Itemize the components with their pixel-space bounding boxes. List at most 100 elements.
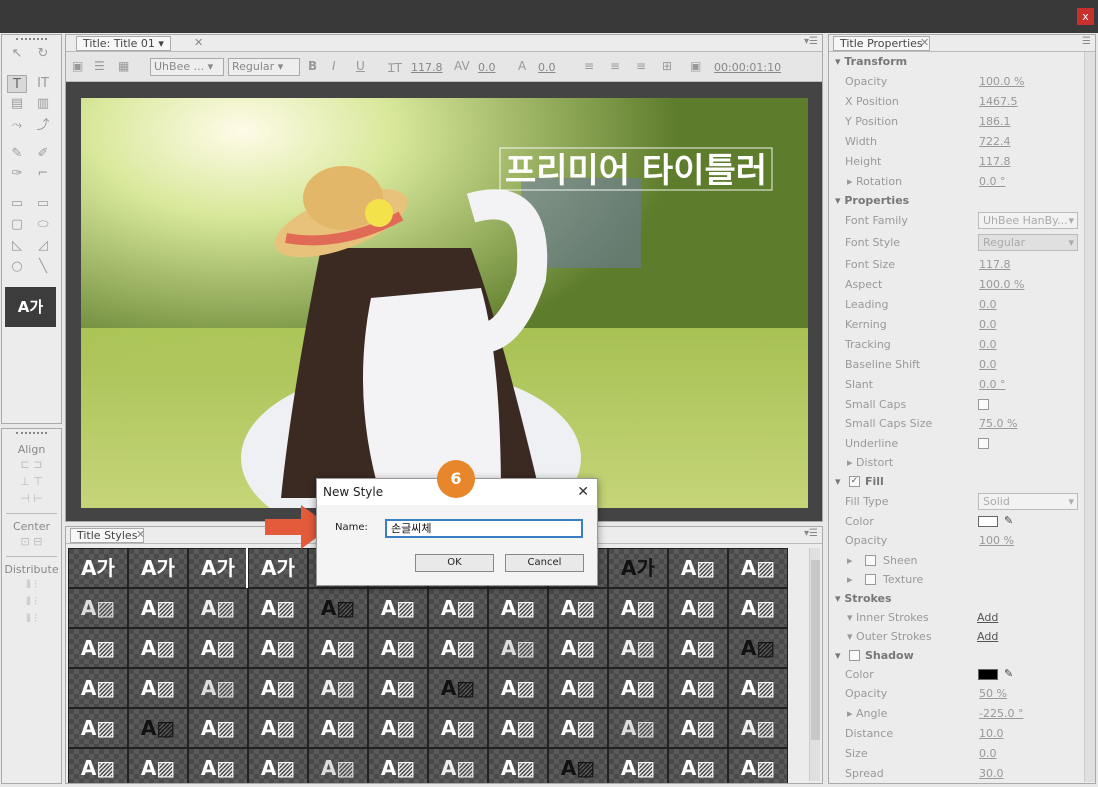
rounded-corner-tool-icon[interactable]: ⬭ <box>33 216 53 234</box>
panel-menu-icon[interactable]: ☰ <box>1082 36 1091 47</box>
tab-title-styles[interactable]: Title Styles <box>70 528 145 543</box>
style-swatch[interactable]: A가 <box>246 548 310 590</box>
fill-checkbox[interactable]: ✓ <box>849 476 860 487</box>
style-swatch[interactable]: A▨ <box>488 708 548 748</box>
style-swatch[interactable]: A▨ <box>668 668 728 708</box>
style-swatch[interactable]: A▨ <box>548 708 608 748</box>
style-swatch[interactable]: A▨ <box>488 748 548 783</box>
ok-button[interactable]: OK <box>415 554 494 572</box>
leading-value[interactable]: 0.0 <box>538 61 556 74</box>
style-swatch[interactable]: A가 <box>128 548 188 588</box>
eyedropper-icon[interactable]: ✎ <box>1004 667 1013 680</box>
panel-menu-icon[interactable]: ▾☰ <box>804 36 818 47</box>
baseline-shift-value[interactable]: 0.0 <box>979 358 997 371</box>
style-swatch[interactable]: A▨ <box>128 668 188 708</box>
scrollbar[interactable] <box>809 548 820 781</box>
style-swatch[interactable]: A▨ <box>68 748 128 783</box>
style-swatch[interactable]: A▨ <box>368 668 428 708</box>
italic-icon[interactable]: I <box>332 59 336 73</box>
pen-tool-icon[interactable]: ✎ <box>7 145 27 163</box>
style-swatch[interactable]: A▨ <box>188 668 248 708</box>
fill-type-select[interactable]: Solid ▾ <box>978 493 1078 510</box>
distribute-buttons[interactable]: ⫴ ⫶ ⫴ ⫶ ⫴ ⫶ <box>2 576 61 627</box>
font-style-select[interactable]: Regular ▾ <box>978 234 1078 251</box>
roll-crawl-icon[interactable]: ☰ <box>94 59 105 73</box>
size-value[interactable]: 0.0 <box>979 747 997 760</box>
panel-menu-icon[interactable]: ▾☰ <box>804 528 818 539</box>
underline-checkbox[interactable] <box>978 438 989 449</box>
style-swatch[interactable]: A가 <box>68 548 128 588</box>
style-swatch[interactable]: A▨ <box>68 708 128 748</box>
add-anchor-tool-icon[interactable]: ✑ <box>7 165 27 183</box>
properties-section[interactable]: ▾ Properties <box>829 191 1083 211</box>
angle-value[interactable]: -225.0 ° <box>979 707 1023 720</box>
style-swatch[interactable]: A▨ <box>248 708 308 748</box>
style-swatch[interactable]: A▨ <box>608 588 668 628</box>
timecode[interactable]: 00:00:01:10 <box>714 61 781 74</box>
scrollbar-thumb[interactable] <box>811 560 820 740</box>
style-swatch[interactable]: A▨ <box>188 748 248 783</box>
style-swatch[interactable]: A▨ <box>128 748 188 783</box>
style-swatch[interactable]: A▨ <box>548 748 608 783</box>
style-swatch[interactable]: A▨ <box>548 588 608 628</box>
style-swatch[interactable]: A▨ <box>128 588 188 628</box>
style-swatch[interactable]: A▨ <box>728 628 788 668</box>
font-style-select[interactable]: Regular ▾ <box>228 58 300 76</box>
y-position-value[interactable]: 186.1 <box>979 115 1011 128</box>
align-buttons[interactable]: ⊏ ⊐ ⊥ ⊤ ⊣ ⊢ <box>2 456 61 507</box>
style-swatch[interactable]: A▨ <box>248 628 308 668</box>
canvas-title-text[interactable]: 프리미어 타이틀러 <box>505 151 767 191</box>
style-swatch[interactable]: A▨ <box>128 628 188 668</box>
tab-stops-icon[interactable]: ⊞ <box>662 59 672 73</box>
line-tool-icon[interactable]: ╲ <box>33 258 53 276</box>
texture-checkbox[interactable] <box>865 574 876 585</box>
style-swatch[interactable]: A▨ <box>248 748 308 783</box>
style-name-input[interactable]: 손글씨체 <box>385 519 583 538</box>
show-background-icon[interactable]: ▣ <box>690 59 701 73</box>
style-swatch[interactable]: A▨ <box>668 628 728 668</box>
style-swatch[interactable]: A▨ <box>608 668 668 708</box>
shadow-section[interactable]: ▾ Shadow <box>829 646 1083 666</box>
transform-section[interactable]: ▾ Transform <box>829 52 1083 72</box>
style-swatch[interactable]: A▨ <box>248 668 308 708</box>
style-swatch[interactable]: A▨ <box>608 708 668 748</box>
kerning-value[interactable]: 0.0 <box>478 61 496 74</box>
align-left-icon[interactable]: ≡ <box>584 59 594 73</box>
style-swatch[interactable]: A▨ <box>668 548 728 588</box>
style-swatch[interactable]: A▨ <box>668 748 728 783</box>
style-swatch[interactable]: A▨ <box>368 628 428 668</box>
style-swatch[interactable]: A▨ <box>428 628 488 668</box>
close-tab-icon[interactable]: ✕ <box>920 36 929 49</box>
rounded-rectangle-tool-icon[interactable]: ▢ <box>7 216 27 234</box>
vertical-area-type-tool-icon[interactable]: ▥ <box>33 95 53 113</box>
opacity-value[interactable]: 100.0 % <box>979 75 1024 88</box>
x-position-value[interactable]: 1467.5 <box>979 95 1018 108</box>
shadow-color-swatch[interactable] <box>978 669 998 680</box>
ellipse-tool-icon[interactable]: ○ <box>7 258 27 276</box>
spread-value[interactable]: 30.0 <box>979 767 1004 780</box>
style-swatch[interactable]: A▨ <box>728 668 788 708</box>
leading-value[interactable]: 0.0 <box>979 298 997 311</box>
style-swatch[interactable]: A▨ <box>548 628 608 668</box>
style-swatch[interactable]: A▨ <box>548 668 608 708</box>
aspect-value[interactable]: 100.0 % <box>979 278 1024 291</box>
small-caps-size-value[interactable]: 75.0 % <box>979 417 1017 430</box>
underline-icon[interactable]: U <box>356 59 365 73</box>
close-tab-icon[interactable]: ✕ <box>136 528 145 541</box>
style-swatch[interactable]: A▨ <box>728 588 788 628</box>
style-swatch[interactable]: A▨ <box>368 748 428 783</box>
rotation-value[interactable]: 0.0 ° <box>979 175 1006 188</box>
shadow-checkbox[interactable] <box>849 650 860 661</box>
close-window-button[interactable]: x <box>1077 8 1094 25</box>
align-center-icon[interactable]: ≡ <box>610 59 620 73</box>
style-swatch[interactable]: A▨ <box>428 708 488 748</box>
style-swatch[interactable]: A▨ <box>608 628 668 668</box>
vertical-path-type-tool-icon[interactable]: ⤴ <box>33 117 53 135</box>
style-swatch[interactable]: A▨ <box>308 748 368 783</box>
style-swatch[interactable]: A▨ <box>68 588 128 628</box>
style-swatch[interactable]: A▨ <box>428 588 488 628</box>
delete-anchor-tool-icon[interactable]: ✐ <box>33 145 53 163</box>
bold-icon[interactable]: B <box>308 59 317 73</box>
selection-tool-icon[interactable]: ↖ <box>7 45 27 63</box>
new-title-icon[interactable]: ▣ <box>72 59 83 73</box>
